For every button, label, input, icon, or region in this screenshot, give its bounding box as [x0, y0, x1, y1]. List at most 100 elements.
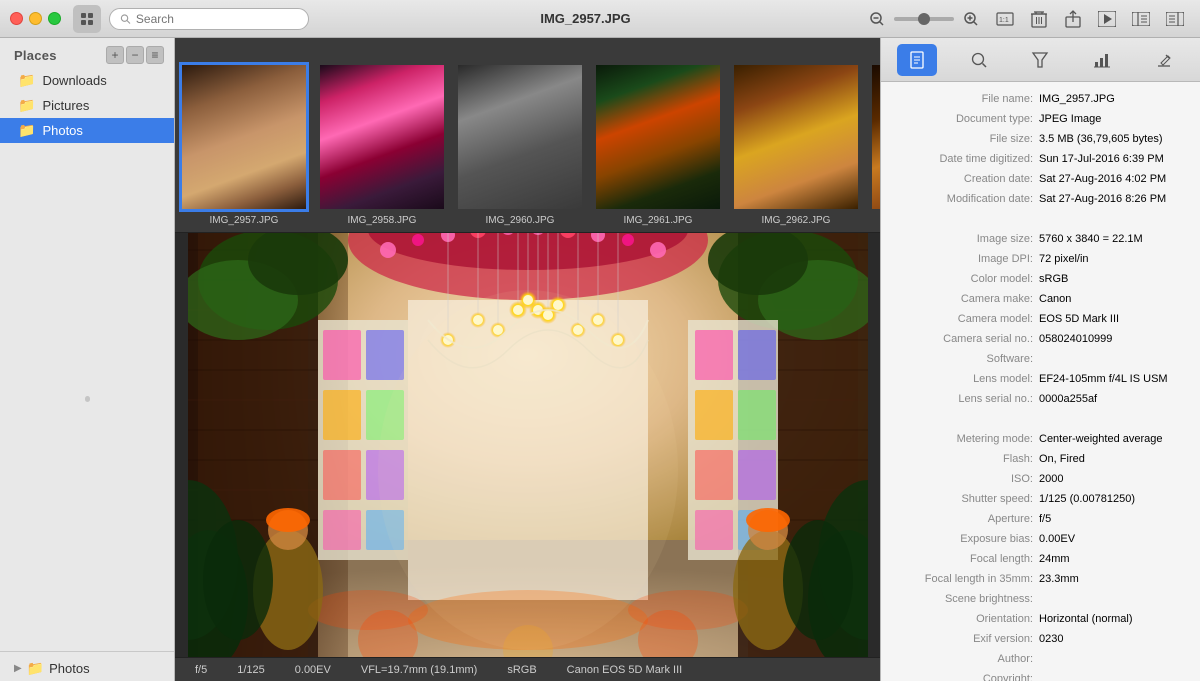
- histogram-icon: [1092, 50, 1112, 70]
- info-row: Exif version: 0230: [881, 630, 1200, 650]
- sidebar-item-label: Downloads: [42, 73, 106, 88]
- info-field-value: 1/125 (0.00781250): [1039, 493, 1188, 505]
- share-icon: [1065, 10, 1081, 28]
- status-camera: Canon EOS 5D Mark III: [567, 664, 683, 676]
- close-button[interactable]: [10, 12, 23, 25]
- info-field-value: 3.5 MB (36,79,605 bytes): [1039, 133, 1188, 145]
- info-field-label: Exif version:: [893, 633, 1033, 645]
- thumbnail-item-5[interactable]: IMG_2962.JPG: [727, 62, 865, 232]
- thumbnail-strip: IMG_2957.JPG IMG_2958.JPG IMG_2960.JPG: [175, 38, 880, 233]
- info-row: Focal length in 35mm: 23.3mm: [881, 570, 1200, 590]
- info-field-label: File size:: [893, 133, 1033, 145]
- sidebar-options-button[interactable]: ≡: [146, 46, 164, 64]
- sidebar-item-downloads[interactable]: 📁 Downloads: [0, 68, 174, 93]
- thumbnail-item-2[interactable]: IMG_2958.JPG: [313, 62, 451, 232]
- sidebar-toggle-button[interactable]: [1126, 6, 1156, 32]
- thumbnail-item-3[interactable]: IMG_2960.JPG: [451, 62, 589, 232]
- info-field-label: Document type:: [893, 113, 1033, 125]
- thumbnail-image-wrap: [593, 62, 723, 212]
- main-image-svg: [188, 233, 868, 657]
- zoom-out-icon: [869, 11, 885, 27]
- trash-button[interactable]: [1024, 6, 1054, 32]
- info-field-value: EOS 5D Mark III: [1039, 313, 1188, 325]
- info-panel-button[interactable]: [1160, 6, 1190, 32]
- sidebar-icon: [1132, 12, 1150, 26]
- thumbnail-label: IMG_2962.JPG: [762, 215, 831, 226]
- info-field-value: 0.00EV: [1039, 533, 1188, 545]
- search-bar[interactable]: [109, 8, 309, 30]
- share-button[interactable]: [1058, 6, 1088, 32]
- zoom-slider[interactable]: [894, 17, 954, 21]
- info-field-label: Copyright:: [893, 673, 1033, 681]
- info-field-label: Exposure bias:: [893, 533, 1033, 545]
- info-field-value: Center-weighted average: [1039, 433, 1188, 445]
- content-area: IMG_2957.JPG IMG_2958.JPG IMG_2960.JPG: [175, 38, 880, 681]
- sidebar-scrollbar[interactable]: [85, 396, 90, 402]
- zoom-in-button[interactable]: [956, 6, 986, 32]
- main-area: Places + − ≡ 📁 Downloads 📁 Pictures 📁 Ph…: [0, 38, 1200, 681]
- info-row: Aperture:f/5: [881, 510, 1200, 530]
- search-icon: [120, 13, 131, 25]
- actual-size-button[interactable]: 1:1: [990, 6, 1020, 32]
- info-field-value: Canon: [1039, 293, 1188, 305]
- info-field-label: Software:: [893, 353, 1033, 365]
- info-field-value: 058024010999: [1039, 333, 1188, 345]
- zoom-group: [862, 6, 986, 32]
- info-field-label: Modification date:: [893, 193, 1033, 205]
- file-icon: [907, 50, 927, 70]
- info-panel: File name:IMG_2957.JPGDocument type:JPEG…: [880, 38, 1200, 681]
- thumbnail-label: IMG_2961.JPG: [624, 215, 693, 226]
- info-row: Flash:On, Fired: [881, 450, 1200, 470]
- minimize-button[interactable]: [29, 12, 42, 25]
- info-field-label: Image size:: [893, 233, 1033, 245]
- info-tab-filter[interactable]: [1020, 44, 1060, 76]
- thumbnail-placeholder: [872, 65, 880, 209]
- grid-icon[interactable]: [73, 5, 101, 33]
- thumbnail-placeholder: [182, 65, 306, 209]
- thumbnail-label: IMG_2958.JPG: [348, 215, 417, 226]
- thumbnail-image-wrap: [317, 62, 447, 212]
- thumbnail-item-6[interactable]: IMG…: [865, 62, 880, 232]
- sidebar-divider: [0, 651, 174, 652]
- zoom-out-button[interactable]: [862, 6, 892, 32]
- folder-icon: 📁: [18, 72, 35, 89]
- main-image-area[interactable]: [175, 233, 880, 657]
- thumbnail-item-1[interactable]: IMG_2957.JPG: [175, 62, 313, 232]
- sidebar-scroll-area: [0, 151, 174, 647]
- info-field-value: 23.3mm: [1039, 573, 1188, 585]
- info-tab-edit[interactable]: [1144, 44, 1184, 76]
- info-content[interactable]: File name:IMG_2957.JPGDocument type:JPEG…: [881, 82, 1200, 681]
- info-field-value: 0230: [1039, 633, 1188, 645]
- status-ev: 0.00EV: [295, 664, 331, 676]
- info-row: Software:: [881, 350, 1200, 370]
- status-aperture: f/5: [195, 664, 207, 676]
- sidebar-item-photos[interactable]: 📁 Photos: [0, 118, 174, 143]
- search-input[interactable]: [136, 12, 298, 26]
- info-row: Creation date:Sat 27-Aug-2016 4:02 PM: [881, 170, 1200, 190]
- maximize-button[interactable]: [48, 12, 61, 25]
- info-tab-file[interactable]: [897, 44, 937, 76]
- info-field-value: 24mm: [1039, 553, 1188, 565]
- info-tab-zoom[interactable]: [959, 44, 999, 76]
- sidebar-add-button[interactable]: +: [106, 46, 124, 64]
- info-field-label: Focal length in 35mm:: [893, 573, 1033, 585]
- sidebar-controls: + − ≡: [106, 46, 164, 64]
- thumbnail-image-wrap: [869, 62, 880, 212]
- status-color: sRGB: [507, 664, 536, 676]
- info-field-value: 5760 x 3840 = 22.1M: [1039, 233, 1188, 245]
- thumbnail-image-wrap: [179, 62, 309, 212]
- sidebar-group-photos[interactable]: ▶ 📁 Photos: [0, 656, 174, 681]
- info-row: Camera make:Canon: [881, 290, 1200, 310]
- thumbnail-image-wrap: [731, 62, 861, 212]
- sidebar-item-label: Pictures: [42, 98, 89, 113]
- info-field-value: f/5: [1039, 513, 1188, 525]
- play-button[interactable]: [1092, 6, 1122, 32]
- sidebar-item-pictures[interactable]: 📁 Pictures: [0, 93, 174, 118]
- info-field-label: Date time digitized:: [893, 153, 1033, 165]
- zoom-in-icon: [963, 11, 979, 27]
- sidebar-remove-button[interactable]: −: [126, 46, 144, 64]
- info-tab-histogram[interactable]: [1082, 44, 1122, 76]
- thumbnail-item-4[interactable]: IMG_2961.JPG: [589, 62, 727, 232]
- info-field-label: Image DPI:: [893, 253, 1033, 265]
- info-row: ISO:2000: [881, 470, 1200, 490]
